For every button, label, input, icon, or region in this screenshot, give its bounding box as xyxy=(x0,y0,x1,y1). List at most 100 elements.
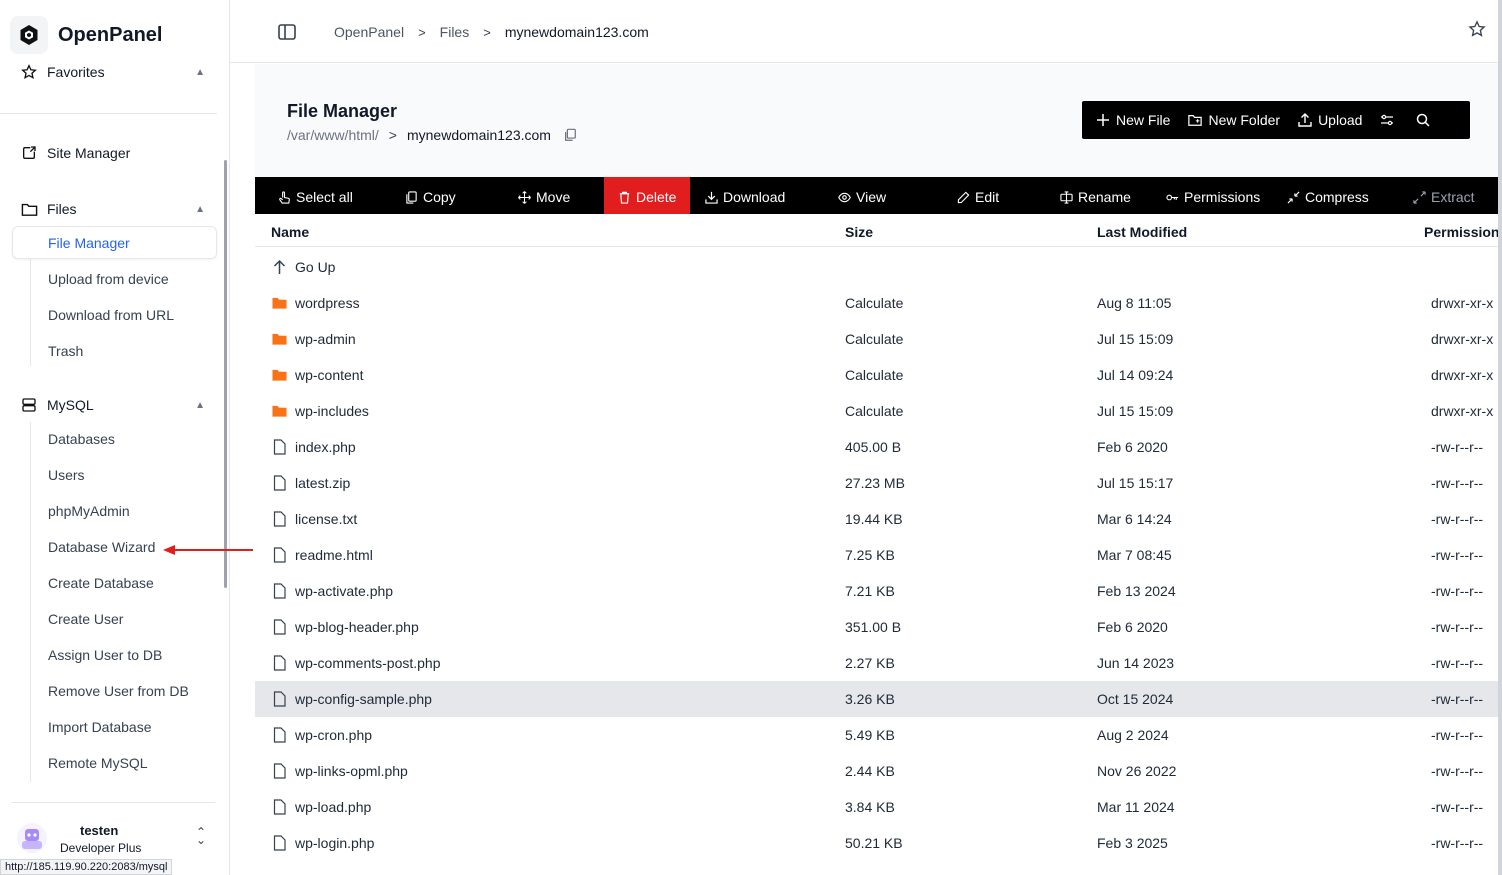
copy-icon[interactable] xyxy=(563,128,577,142)
sidebar-item-files[interactable]: Files ▲ xyxy=(20,198,205,220)
permissions-button[interactable]: Permissions xyxy=(1166,177,1260,214)
column-header-size[interactable]: Size xyxy=(845,224,873,240)
new-file-button[interactable]: New File xyxy=(1096,112,1170,128)
brand[interactable]: OpenPanel xyxy=(10,16,162,54)
user-menu[interactable]: testen Developer Plus ⌃ ⌄ xyxy=(14,820,214,860)
breadcrumb: OpenPanel > Files > mynewdomain123.com xyxy=(334,24,649,40)
go-up-row[interactable]: Go Up xyxy=(255,249,1500,285)
file-name[interactable]: wordpress xyxy=(295,295,360,311)
file-name[interactable]: license.txt xyxy=(295,511,357,527)
file-size[interactable]: Calculate xyxy=(845,403,903,419)
sidebar-subitem-file-manager[interactable]: File Manager xyxy=(12,226,217,259)
file-name[interactable]: wp-links-opml.php xyxy=(295,763,408,779)
sidebar-subitem-download-from-url[interactable]: Download from URL xyxy=(48,307,174,323)
file-name[interactable]: wp-load.php xyxy=(295,799,371,815)
table-row[interactable]: latest.zip 27.23 MB Jul 15 15:17 -rw-r--r-- xyxy=(255,465,1500,501)
file-icon xyxy=(273,763,286,779)
search-button[interactable] xyxy=(1416,113,1430,127)
sidebar-subitem-remove-user-from-db[interactable]: Remove User from DB xyxy=(48,683,189,699)
sidebar-subitem-create-database[interactable]: Create Database xyxy=(48,575,154,591)
download-button[interactable]: Download xyxy=(705,177,785,214)
permissions-label: Permissions xyxy=(1184,189,1261,205)
table-row[interactable]: wp-includes Calculate Jul 15 15:09 drwxr-xr… xyxy=(255,393,1500,429)
file-name[interactable]: readme.html xyxy=(295,547,373,563)
sidebar-item-favorites[interactable]: Favorites ▲ xyxy=(20,61,205,83)
sidebar-item-mysql[interactable]: MySQL ▲ xyxy=(20,394,205,416)
file-name[interactable]: wp-admin xyxy=(295,331,356,347)
copy-button[interactable]: Copy xyxy=(405,177,456,214)
table-row[interactable]: readme.html 7.25 KB Mar 7 08:45 -rw-r--r-- xyxy=(255,537,1500,573)
sidebar-subitem-users[interactable]: Users xyxy=(48,467,85,483)
sidebar-subitem-upload-from-device[interactable]: Upload from device xyxy=(48,271,169,287)
column-header-permissions[interactable]: Permissions xyxy=(1424,224,1502,240)
column-header-name[interactable]: Name xyxy=(271,224,309,240)
tree-line xyxy=(30,258,31,366)
table-row[interactable]: wordpress Calculate Aug 8 11:05 drwxr-xr-x xyxy=(255,285,1500,321)
file-name[interactable]: wp-blog-header.php xyxy=(295,619,419,635)
new-folder-button[interactable]: New Folder xyxy=(1188,112,1280,128)
file-name[interactable]: wp-includes xyxy=(295,403,369,419)
sidebar-subitem-assign-user-to-db[interactable]: Assign User to DB xyxy=(48,647,162,663)
select-all-button[interactable]: Select all xyxy=(278,177,353,214)
delete-button[interactable]: Delete xyxy=(604,177,691,214)
pointer-hand-icon xyxy=(279,190,290,204)
chevron-up-down-icon[interactable]: ⌃ ⌄ xyxy=(196,826,206,846)
page-scrollbar[interactable] xyxy=(1498,0,1502,875)
upload-button[interactable]: Upload xyxy=(1298,112,1362,128)
sidebar-scrollbar[interactable] xyxy=(224,160,227,588)
table-row[interactable]: wp-content Calculate Jul 14 09:24 drwxr-xr-… xyxy=(255,357,1500,393)
sidebar-subitem-create-user[interactable]: Create User xyxy=(48,611,123,627)
file-name[interactable]: wp-login.php xyxy=(295,835,374,851)
breadcrumb-files[interactable]: Files xyxy=(440,24,470,40)
sidebar-toggle-icon[interactable] xyxy=(278,24,296,40)
chevron-up-icon[interactable]: ▲ xyxy=(195,400,205,411)
table-row[interactable]: wp-cron.php 5.49 KB Aug 2 2024 -rw-r--r-- xyxy=(255,717,1500,753)
table-row[interactable]: wp-config-sample.php 3.26 KB Oct 15 2024 -r… xyxy=(255,681,1500,717)
file-size[interactable]: Calculate xyxy=(845,295,903,311)
breadcrumb-openpanel[interactable]: OpenPanel xyxy=(334,24,404,40)
view-button[interactable]: View xyxy=(838,177,886,214)
move-button[interactable]: Move xyxy=(518,177,570,214)
file-name[interactable]: index.php xyxy=(295,439,356,455)
filter-settings-button[interactable] xyxy=(1380,113,1394,127)
chevron-up-icon[interactable]: ▲ xyxy=(195,204,205,215)
extract-button[interactable]: Extract xyxy=(1413,177,1475,214)
path-root[interactable]: /var/www/html/ xyxy=(287,127,379,143)
sidebar-subitem-remote-mysql[interactable]: Remote MySQL xyxy=(48,755,148,771)
chevron-up-icon[interactable]: ▲ xyxy=(195,67,205,78)
sidebar-item-label: Files xyxy=(47,201,77,217)
table-row[interactable]: license.txt 19.44 KB Mar 6 14:24 -rw-r--r-- xyxy=(255,501,1500,537)
table-row[interactable]: index.php 405.00 B Feb 6 2020 -rw-r--r-- xyxy=(255,429,1500,465)
eye-icon xyxy=(838,192,851,202)
sidebar-subitem-phpmyadmin[interactable]: phpMyAdmin xyxy=(48,503,130,519)
table-row[interactable]: wp-admin Calculate Jul 15 15:09 drwxr-xr-x xyxy=(255,321,1500,357)
star-icon[interactable] xyxy=(1468,20,1486,38)
table-row[interactable]: wp-comments-post.php 2.27 KB Jun 14 2023 -r… xyxy=(255,645,1500,681)
file-name[interactable]: wp-comments-post.php xyxy=(295,655,441,671)
file-name[interactable]: wp-cron.php xyxy=(295,727,372,743)
file-icon xyxy=(273,439,286,455)
column-header-last-modified[interactable]: Last Modified xyxy=(1097,224,1187,240)
file-name[interactable]: wp-content xyxy=(295,367,363,383)
file-size[interactable]: Calculate xyxy=(845,367,903,383)
sidebar-subitem-database-wizard[interactable]: Database Wizard xyxy=(48,539,155,555)
table-row[interactable]: wp-blog-header.php 351.00 B Feb 6 2020 -rw-… xyxy=(255,609,1500,645)
file-name[interactable]: wp-config-sample.php xyxy=(295,691,432,707)
table-row[interactable]: wp-links-opml.php 2.44 KB Nov 26 2022 -rw-r… xyxy=(255,753,1500,789)
sidebar-item-site-manager[interactable]: Site Manager xyxy=(20,142,205,164)
sidebar-subitem-import-database[interactable]: Import Database xyxy=(48,719,152,735)
rename-button[interactable]: Rename xyxy=(1060,177,1131,214)
edit-button[interactable]: Edit xyxy=(957,177,999,214)
sidebar-subitem-trash[interactable]: Trash xyxy=(48,343,83,359)
table-row[interactable]: wp-load.php 3.84 KB Mar 11 2024 -rw-r--r-- xyxy=(255,789,1500,825)
file-size[interactable]: Calculate xyxy=(845,331,903,347)
sidebar-subitem-databases[interactable]: Databases xyxy=(48,431,115,447)
table-row[interactable]: wp-login.php 50.21 KB Feb 3 2025 -rw-r--r-- xyxy=(255,825,1500,861)
file-name[interactable]: wp-activate.php xyxy=(295,583,393,599)
site-manager-icon xyxy=(20,144,38,162)
compress-button[interactable]: Compress xyxy=(1287,177,1369,214)
table-row[interactable]: wp-activate.php 7.21 KB Feb 13 2024 -rw-r--… xyxy=(255,573,1500,609)
file-size: 5.49 KB xyxy=(845,727,895,743)
path-domain[interactable]: mynewdomain123.com xyxy=(407,127,551,143)
file-name[interactable]: latest.zip xyxy=(295,475,350,491)
